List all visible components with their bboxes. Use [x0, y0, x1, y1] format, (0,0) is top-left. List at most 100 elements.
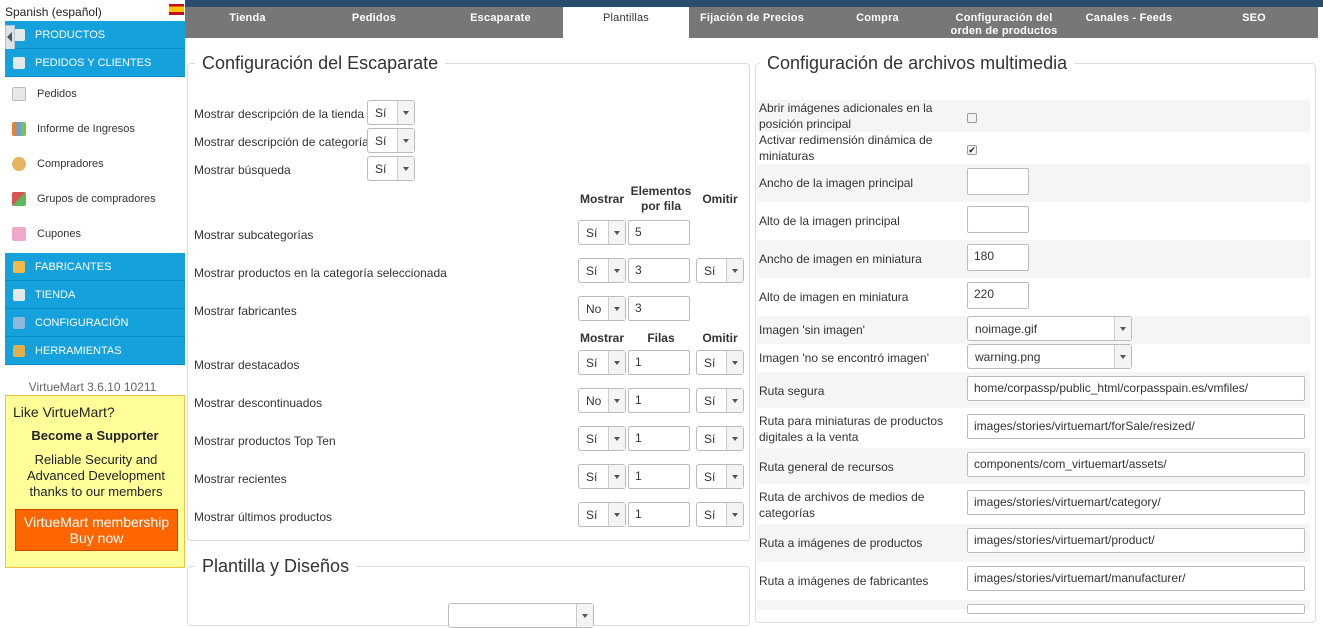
omit-discontinued-select[interactable]: Sí — [696, 388, 744, 413]
chevron-down-icon — [726, 465, 743, 488]
product-images-path-input[interactable]: images/stories/virtuemart/product/ — [967, 528, 1305, 553]
tab-orden-productos[interactable]: Configuración del orden de productos — [940, 7, 1068, 38]
chevron-down-icon — [608, 503, 625, 526]
tab-bar: Tienda Pedidos Escaparate Plantillas Fij… — [185, 7, 1318, 38]
no-image-select[interactable]: noimage.gif — [967, 316, 1132, 341]
sidebar-subitem-customer-groups[interactable]: Grupos de compradores — [5, 182, 185, 217]
store-icon — [13, 289, 25, 301]
tab-plantillas[interactable]: Plantillas — [563, 7, 689, 38]
forsale-thumbs-path-input[interactable]: images/stories/virtuemart/forSale/resize… — [967, 414, 1305, 439]
sidebar-item-tools[interactable]: HERRAMIENTAS — [5, 337, 185, 365]
show-category-description-label: Mostrar descripción de categoría — [194, 135, 369, 149]
select-value: Sí — [704, 394, 716, 408]
show-latest-select[interactable]: Sí — [578, 502, 626, 527]
thumb-width-label: Ancho de imagen en miniatura — [759, 252, 922, 266]
storefront-title: Configuración del Escaparate — [195, 53, 446, 74]
sidebar-subitem-orders[interactable]: Pedidos — [5, 77, 185, 112]
omit-featured-select[interactable]: Sí — [696, 350, 744, 375]
discontinued-rows-input[interactable]: 1 — [628, 388, 690, 413]
tab-seo[interactable]: SEO — [1190, 7, 1318, 38]
main-image-height-input[interactable] — [967, 206, 1029, 233]
sidebar: Spanish (español) PRODUCTOS PEDIDOS Y CL… — [0, 0, 185, 610]
thumb-width-input[interactable]: 180 — [967, 244, 1029, 271]
manufacturer-images-path-label: Ruta a imágenes de fabricantes — [759, 574, 929, 588]
show-products-category-label: Mostrar productos en la categoría selecc… — [194, 266, 447, 280]
groups-icon — [12, 192, 26, 206]
show-products-category-select[interactable]: Sí — [578, 258, 626, 283]
tools-icon — [13, 345, 25, 357]
header-per-row: Elementos por fila — [630, 184, 692, 213]
dynamic-resize-checkbox[interactable]: ✔ — [967, 145, 977, 155]
tab-escaparate[interactable]: Escaparate — [438, 7, 563, 38]
settings-icon — [13, 317, 25, 329]
chevron-down-icon — [608, 297, 625, 320]
show-topten-select[interactable]: Sí — [578, 426, 626, 451]
show-latest-label: Mostrar últimos productos — [194, 510, 333, 524]
chevron-down-icon — [608, 221, 625, 244]
tab-fijacion-de-precios[interactable]: Fijación de Precios — [689, 7, 815, 38]
header-show: Mostrar — [579, 192, 624, 206]
tab-compra[interactable]: Compra — [815, 7, 940, 38]
select-value: Sí — [586, 508, 598, 522]
chart-icon — [12, 122, 26, 136]
sidebar-item-manufacturers[interactable]: FABRICANTES — [5, 253, 185, 281]
chevron-down-icon — [576, 604, 593, 627]
show-search-select[interactable]: Sí — [367, 156, 415, 181]
main-image-width-input[interactable] — [967, 168, 1029, 195]
recent-rows-input[interactable]: 1 — [628, 464, 690, 489]
show-topten-label: Mostrar productos Top Ten — [194, 434, 336, 448]
subcategories-per-row-input[interactable]: 5 — [628, 220, 690, 245]
products-per-row-input[interactable]: 3 — [628, 258, 690, 283]
select-value: Sí — [704, 356, 716, 370]
not-found-image-select[interactable]: warning.png — [967, 344, 1132, 369]
latest-rows-input[interactable]: 1 — [628, 502, 690, 527]
sidebar-subitem-label: Compradores — [37, 158, 104, 170]
show-recent-select[interactable]: Sí — [578, 464, 626, 489]
omit-recent-select[interactable]: Sí — [696, 464, 744, 489]
show-category-description-select[interactable]: Sí — [367, 128, 415, 153]
collapse-sidebar-icon[interactable] — [5, 25, 15, 51]
show-manufacturers-select[interactable]: No — [578, 296, 626, 321]
safe-path-input[interactable]: home/corpassp/public_html/corpasspain.es… — [967, 376, 1305, 401]
show-discontinued-select[interactable]: No — [578, 388, 626, 413]
omit-latest-select[interactable]: Sí — [696, 502, 744, 527]
users-icon — [12, 157, 26, 171]
manufacturers-per-row-input[interactable]: 3 — [628, 296, 690, 321]
language-selector[interactable]: Spanish (español) — [0, 0, 185, 20]
select-value: Sí — [375, 162, 387, 176]
gift-icon — [12, 227, 26, 241]
sidebar-subitem-revenue-report[interactable]: Informe de Ingresos — [5, 112, 185, 147]
sidebar-subitem-customers[interactable]: Compradores — [5, 147, 185, 182]
omit-products-category-select[interactable]: Sí — [696, 258, 744, 283]
featured-rows-input[interactable]: 1 — [628, 350, 690, 375]
chevron-down-icon — [726, 503, 743, 526]
assets-path-input[interactable]: components/com_virtuemart/assets/ — [967, 452, 1305, 477]
tab-canales-feeds[interactable]: Canales - Feeds — [1068, 7, 1190, 38]
manufacturer-images-path-input[interactable]: images/stories/virtuemart/manufacturer/ — [967, 566, 1305, 591]
select-value: Sí — [586, 264, 598, 278]
sidebar-item-orders-customers[interactable]: PEDIDOS Y CLIENTES — [5, 49, 185, 77]
tab-pedidos[interactable]: Pedidos — [310, 7, 438, 38]
show-subcategories-select[interactable]: Sí — [578, 220, 626, 245]
omit-topten-select[interactable]: Sí — [696, 426, 744, 451]
template-select[interactable] — [448, 603, 594, 628]
membership-button[interactable]: VirtueMart membership Buy now — [15, 509, 178, 551]
show-store-description-select[interactable]: Sí — [367, 100, 415, 125]
select-value: Sí — [704, 470, 716, 484]
header-show-2: Mostrar — [579, 331, 624, 345]
topten-rows-input[interactable]: 1 — [628, 426, 690, 451]
show-featured-select[interactable]: Sí — [578, 350, 626, 375]
sidebar-item-store[interactable]: TIENDA — [5, 281, 185, 309]
category-media-path-input[interactable]: images/stories/virtuemart/category/ — [967, 490, 1305, 515]
select-value: No — [586, 394, 602, 408]
assets-path-label: Ruta general de recursos — [759, 460, 894, 474]
tab-tienda[interactable]: Tienda — [185, 7, 310, 38]
select-value: Sí — [704, 264, 716, 278]
next-path-input[interactable] — [967, 604, 1305, 614]
sidebar-subitem-coupons[interactable]: Cupones — [5, 217, 185, 252]
thumb-height-input[interactable]: 220 — [967, 282, 1029, 309]
sidebar-item-products[interactable]: PRODUCTOS — [5, 21, 185, 49]
open-additional-images-checkbox[interactable] — [967, 113, 977, 123]
show-manufacturers-label: Mostrar fabricantes — [194, 304, 297, 318]
sidebar-item-configuration[interactable]: CONFIGURACIÓN — [5, 309, 185, 337]
